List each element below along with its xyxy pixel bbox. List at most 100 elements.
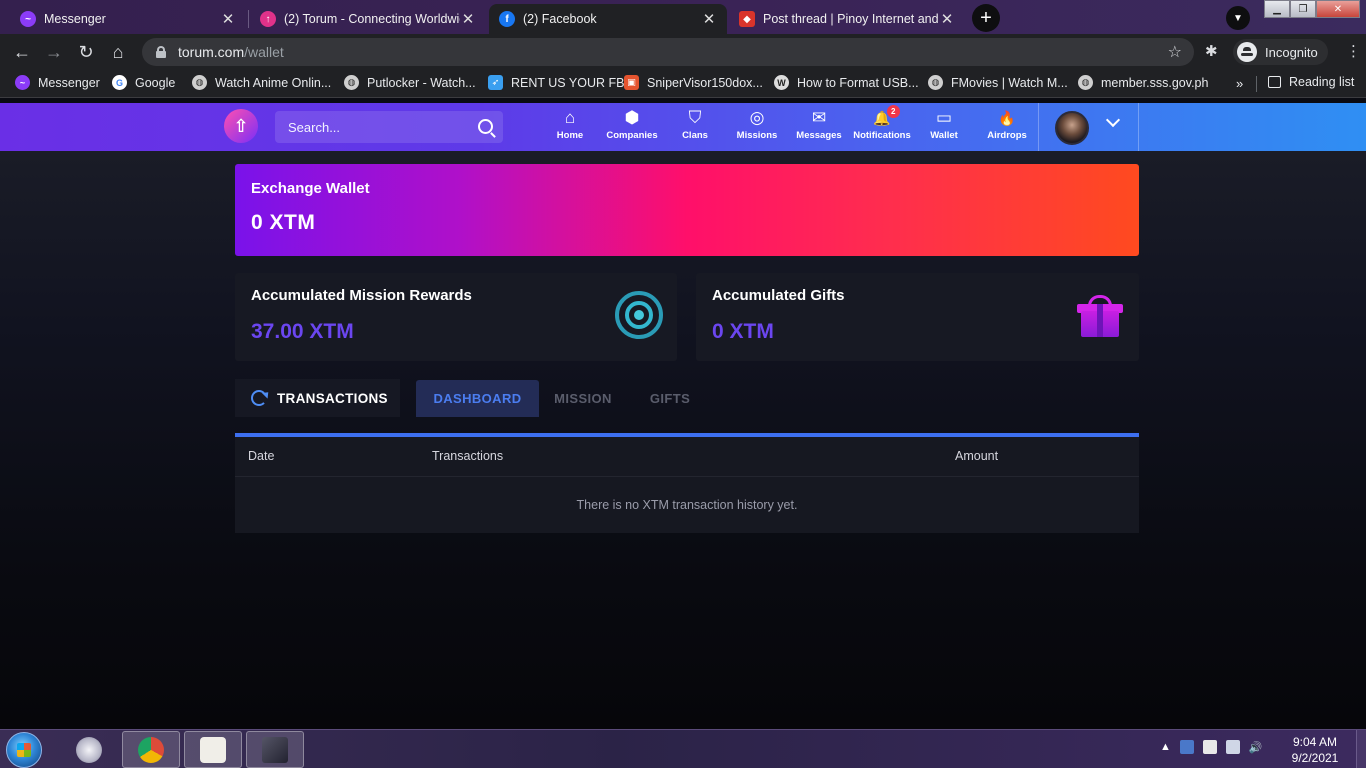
more-menu-icon[interactable]: ⋮ xyxy=(1346,42,1361,60)
home-icon[interactable]: ⌂ xyxy=(106,40,130,64)
globe-icon: ◍ xyxy=(192,75,207,90)
forward-arrow-icon[interactable]: → xyxy=(42,40,66,64)
minimize-button[interactable]: ▁ xyxy=(1264,0,1290,18)
nav-messages[interactable]: ✉ Messages xyxy=(788,107,850,147)
search-input[interactable] xyxy=(288,119,468,135)
bookmark-snipervisor[interactable]: ▣ SniperVisor150dox... xyxy=(624,75,763,90)
column-date: Date xyxy=(248,449,275,463)
action-center-flag-icon[interactable] xyxy=(1202,740,1217,754)
incognito-profile[interactable]: Incognito xyxy=(1233,39,1328,65)
taskbar-java[interactable] xyxy=(184,731,242,768)
tray-app-icon[interactable] xyxy=(1179,740,1194,754)
tab-mission[interactable]: MISSION xyxy=(546,380,620,417)
taskbar-clock[interactable]: 9:04 AM 9/2/2021 xyxy=(1282,734,1348,766)
tab-gifts[interactable]: GIFTS xyxy=(637,380,703,417)
maximize-button[interactable]: ❐ xyxy=(1290,0,1316,18)
incognito-icon xyxy=(1237,42,1257,62)
clock-time: 9:04 AM xyxy=(1292,735,1338,749)
tab-dashboard[interactable]: DASHBOARD xyxy=(416,380,539,417)
window-controls: ▁ ❐ ✕ xyxy=(1264,0,1360,18)
bookmark-fmovies[interactable]: ◍ FMovies | Watch M... xyxy=(928,75,1068,90)
extensions-puzzle-icon[interactable]: ✱ xyxy=(1205,42,1218,60)
nav-home[interactable]: ⌂ Home xyxy=(539,107,601,147)
lock-icon xyxy=(156,46,166,58)
shield-icon: ⛉ xyxy=(688,108,702,127)
nav-clans[interactable]: ⛉ Clans xyxy=(664,107,726,147)
nav-companies[interactable]: ⬢ Companies xyxy=(601,107,663,147)
header-divider xyxy=(1138,103,1139,151)
taskbar-app-1[interactable] xyxy=(60,731,118,768)
tab-pinoy[interactable]: ◆ Post thread | Pinoy Internet and ✕ xyxy=(729,4,965,34)
exchange-wallet-balance: 0 XTM xyxy=(251,211,316,234)
bookmark-star-icon[interactable]: ☆ xyxy=(1168,42,1182,62)
column-amount: Amount xyxy=(955,449,999,463)
chrome-icon xyxy=(138,736,164,763)
nav-notifications[interactable]: 🔔 2 Notifications xyxy=(851,105,913,147)
taskbar-chrome[interactable] xyxy=(122,731,180,768)
tray-expand-icon[interactable]: ▲ xyxy=(1160,741,1171,753)
cube-icon: ⬢ xyxy=(624,108,640,127)
refresh-icon[interactable] xyxy=(251,390,267,406)
search-icon[interactable] xyxy=(478,119,493,134)
network-icon[interactable] xyxy=(1225,740,1240,754)
transactions-table: Date Transactions Amount There is no XTM… xyxy=(235,433,1139,533)
tab-search-icon[interactable]: ▼ xyxy=(1226,6,1250,30)
user-avatar[interactable] xyxy=(1055,111,1089,145)
tab-messenger[interactable]: ~ Messenger ✕ xyxy=(10,4,246,34)
wiki-icon: W xyxy=(774,75,789,90)
new-tab-button[interactable]: + xyxy=(972,4,1000,32)
messenger-icon: ~ xyxy=(15,75,30,90)
bag-icon: ▣ xyxy=(624,75,639,90)
close-tab-icon[interactable]: ✕ xyxy=(939,10,955,28)
bookmark-rent-fb[interactable]: ➶ RENT US YOUR FB xyxy=(488,75,624,90)
start-button[interactable] xyxy=(6,732,42,768)
bird-icon: ➶ xyxy=(488,75,503,90)
delta-app-icon xyxy=(262,736,288,763)
bookmark-putlocker[interactable]: ◍ Putlocker - Watch... xyxy=(344,75,476,90)
reload-icon[interactable]: ↻ xyxy=(74,40,98,64)
bookmarks-overflow-button[interactable]: » xyxy=(1236,76,1243,91)
torum-logo[interactable]: ⇧ xyxy=(224,109,258,143)
bookmark-messenger[interactable]: ~ Messenger xyxy=(15,75,100,90)
close-tab-icon[interactable]: ✕ xyxy=(701,10,717,28)
back-arrow-icon[interactable]: ← xyxy=(10,40,34,64)
close-tab-icon[interactable]: ✕ xyxy=(220,10,236,28)
volume-icon[interactable]: 🔊 xyxy=(1249,741,1263,754)
exchange-wallet-label: Exchange Wallet xyxy=(251,180,370,197)
gifts-label: Accumulated Gifts xyxy=(712,287,845,304)
tab-separator xyxy=(248,10,249,28)
tab-facebook[interactable]: f (2) Facebook ✕ xyxy=(489,4,727,34)
bookmark-anime[interactable]: ◍ Watch Anime Onlin... xyxy=(192,75,331,90)
url-path: /wallet xyxy=(244,44,284,60)
reading-list-button[interactable]: Reading list xyxy=(1268,75,1354,89)
nav-airdrops[interactable]: 🔥 Airdrops xyxy=(976,107,1038,147)
torum-icon: ↑ xyxy=(260,11,276,27)
site-header: ⇧ ⌂ Home ⬢ Companies ⛉ Clans ◎ Missions … xyxy=(0,103,1366,151)
nav-missions[interactable]: ◎ Missions xyxy=(726,107,788,147)
table-header: Date Transactions Amount xyxy=(235,437,1139,477)
tab-torum[interactable]: ↑ (2) Torum - Connecting Worldwide ✕ xyxy=(250,4,486,34)
bookmark-format-usb[interactable]: W How to Format USB... xyxy=(774,75,919,90)
taskbar-delta-app[interactable] xyxy=(246,731,304,768)
show-desktop-button[interactable] xyxy=(1356,730,1366,768)
globe-icon: ◍ xyxy=(928,75,943,90)
reading-list-icon xyxy=(1268,76,1281,88)
wallet-icon: ▭ xyxy=(935,108,953,127)
close-tab-icon[interactable]: ✕ xyxy=(460,10,476,28)
chevron-down-icon[interactable] xyxy=(1106,115,1120,129)
browser-toolbar: ← → ↻ ⌂ torum.com/wallet ☆ ✱ Incognito ⋮ xyxy=(0,34,1366,70)
torum-logo-icon: ⇧ xyxy=(233,115,249,136)
close-window-button[interactable]: ✕ xyxy=(1316,0,1360,18)
empty-state-message: There is no XTM transaction history yet. xyxy=(576,498,798,512)
mission-rewards-label: Accumulated Mission Rewards xyxy=(251,287,472,304)
messenger-icon: ~ xyxy=(20,11,36,27)
google-icon: G xyxy=(112,75,127,90)
nav-wallet[interactable]: ▭ Wallet xyxy=(913,107,975,147)
bookmark-sss[interactable]: ◍ member.sss.gov.ph xyxy=(1078,75,1208,90)
address-bar[interactable]: torum.com/wallet ☆ xyxy=(142,38,1194,66)
gift-icon xyxy=(1077,295,1123,337)
mission-rewards-value: 37.00 XTM xyxy=(251,320,354,343)
home-icon: ⌂ xyxy=(564,108,576,127)
bookmark-google[interactable]: G Google xyxy=(112,75,175,90)
gifts-card: Accumulated Gifts 0 XTM xyxy=(696,273,1139,361)
